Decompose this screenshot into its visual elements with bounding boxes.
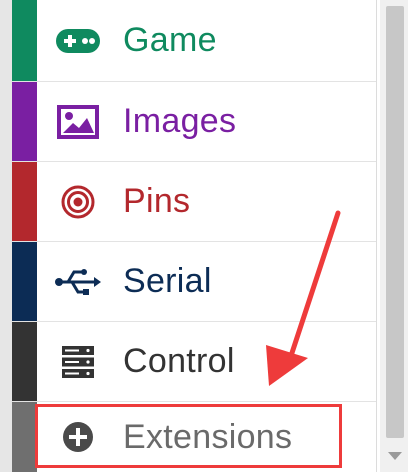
category-label-game: Game bbox=[123, 21, 217, 59]
toolbox-screenshot: Game Images Pins Serial Control Extensio… bbox=[0, 0, 416, 472]
category-label-pins: Pins bbox=[123, 182, 191, 220]
category-control[interactable]: Control bbox=[12, 322, 376, 402]
toolbox-scrollbar[interactable] bbox=[380, 0, 408, 472]
category-label-control: Control bbox=[123, 342, 235, 380]
plus-circle-icon bbox=[54, 417, 102, 457]
category-label-extensions: Extensions bbox=[123, 417, 293, 456]
server-icon bbox=[54, 342, 102, 382]
category-game[interactable]: Game bbox=[12, 0, 376, 82]
category-label-serial: Serial bbox=[123, 262, 212, 300]
category-images[interactable]: Images bbox=[12, 82, 376, 162]
gamepad-icon bbox=[54, 21, 102, 61]
category-pins[interactable]: Pins bbox=[12, 162, 376, 242]
workspace-edge bbox=[0, 0, 12, 472]
scrollbar-thumb[interactable] bbox=[386, 6, 404, 438]
category-extensions[interactable]: Extensions bbox=[12, 402, 376, 472]
target-icon bbox=[54, 182, 102, 222]
category-serial[interactable]: Serial bbox=[12, 242, 376, 322]
image-icon bbox=[54, 102, 102, 142]
category-color-bar bbox=[12, 162, 37, 241]
category-color-bar bbox=[12, 322, 37, 401]
toolbox-category-list: Game Images Pins Serial Control Extensio… bbox=[12, 0, 377, 472]
category-label-images: Images bbox=[123, 102, 237, 140]
scroll-down-arrow-icon[interactable] bbox=[388, 452, 402, 460]
category-color-bar bbox=[12, 82, 37, 161]
category-color-bar bbox=[12, 0, 37, 81]
category-color-bar bbox=[12, 402, 37, 472]
usb-icon bbox=[54, 262, 102, 302]
category-color-bar bbox=[12, 242, 37, 321]
